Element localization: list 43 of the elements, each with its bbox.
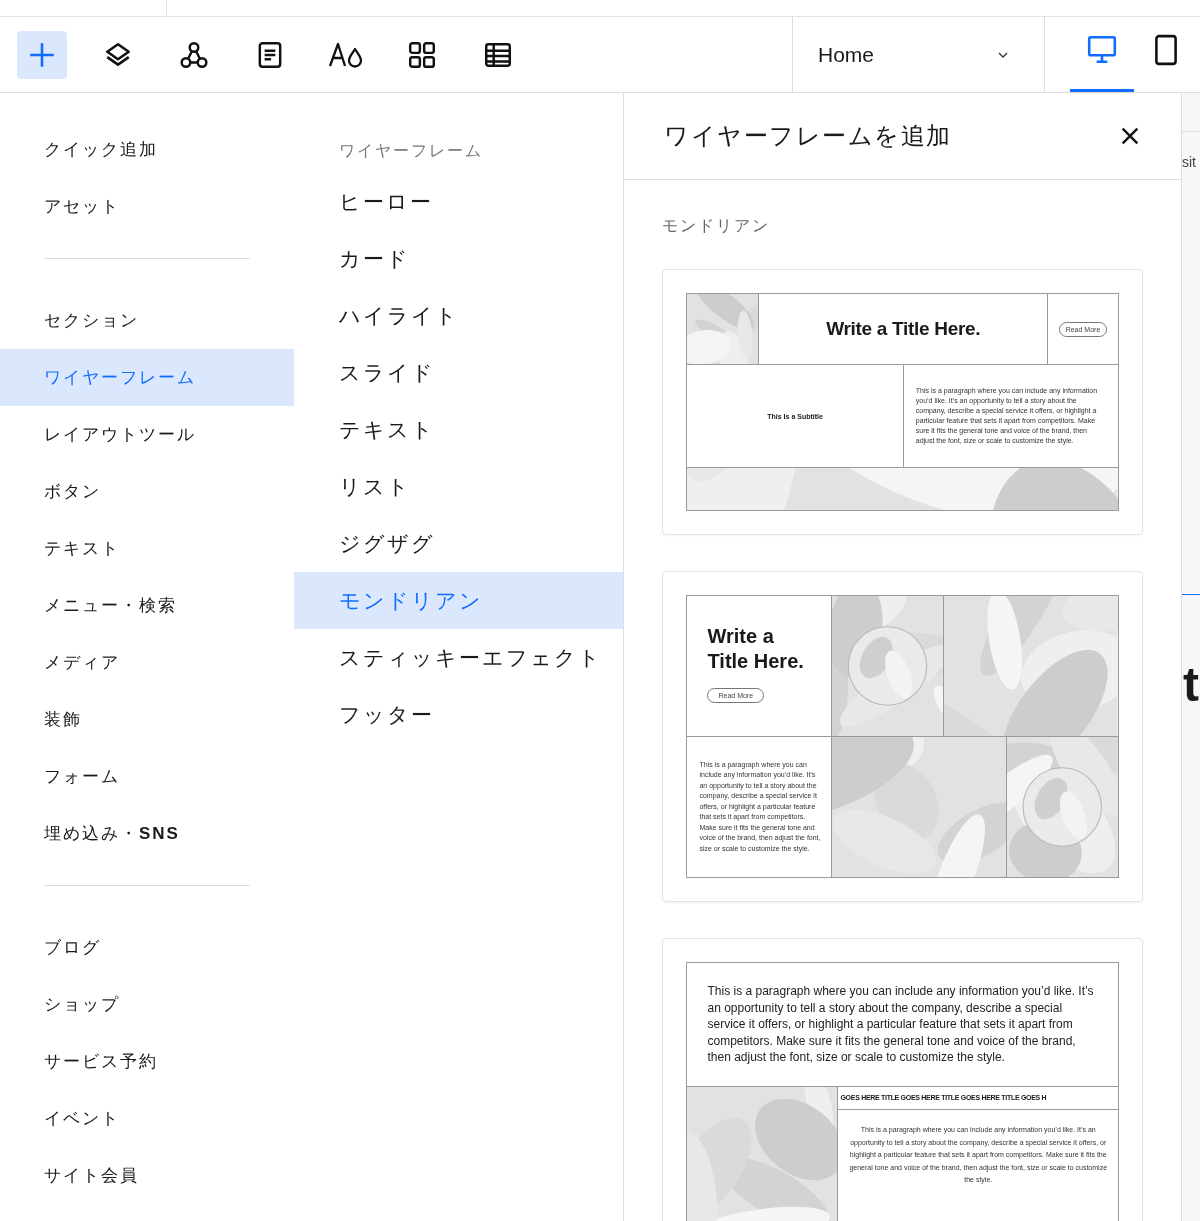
- page-dropdown[interactable]: Home: [792, 17, 1045, 92]
- monitor-icon: [1086, 34, 1118, 66]
- category-item[interactable]: イベント: [0, 1090, 294, 1147]
- category-item[interactable]: メディア: [0, 634, 294, 691]
- subcategory-item[interactable]: フッター: [293, 686, 624, 743]
- subcategory-item[interactable]: モンドリアン: [293, 572, 624, 629]
- panel-title: ワイヤーフレームを追加: [664, 121, 952, 151]
- category-item[interactable]: ワイヤーフレーム: [0, 349, 294, 406]
- subcategory-item[interactable]: ジグザグ: [293, 515, 624, 572]
- category-item[interactable]: 埋め込み・SNS: [0, 805, 294, 862]
- subcategory-item[interactable]: リスト: [293, 458, 624, 515]
- close-icon[interactable]: [1119, 125, 1141, 147]
- template-title: Write a Title Here.: [707, 624, 805, 674]
- add-tool-button[interactable]: [17, 30, 67, 79]
- subcategory-item[interactable]: ヒーロー: [293, 173, 624, 230]
- category-item[interactable]: サービス予約: [0, 1033, 294, 1090]
- category-item[interactable]: クイック追加: [0, 121, 294, 178]
- template-title: Write a Title Here.: [826, 318, 981, 340]
- canvas-text: sit: [1182, 153, 1197, 172]
- nodes-icon: [179, 39, 209, 70]
- subcategory-item[interactable]: スティッキーエフェクト: [293, 629, 624, 686]
- chevron-down-icon: [998, 51, 1008, 58]
- category-item[interactable]: ボタン: [0, 463, 294, 520]
- category-item[interactable]: サイト会員: [0, 1147, 294, 1204]
- category-item[interactable]: ブログ: [0, 919, 294, 976]
- category-item[interactable]: 装飾: [0, 691, 294, 748]
- section-label: モンドリアン: [662, 216, 772, 236]
- subcategory-item[interactable]: カード: [293, 230, 624, 287]
- template-paragraph: This is a paragraph where you can include any information you’d like. It’s an opportunity to tell a story about the company, describe a special service it offers, or highlight a particular feature that sets it apart from competitors. Make sure it fits the general tone and voice of the brand, then adjust the font, size or scale to customize the style.: [706, 983, 1095, 1066]
- category-item[interactable]: セクション: [0, 292, 294, 349]
- subcategory-item[interactable]: テキスト: [293, 401, 624, 458]
- category-item[interactable]: フォーム: [0, 748, 294, 805]
- canvas-heading: t: [1183, 657, 1200, 713]
- category-item[interactable]: メニュー・検索: [0, 577, 294, 634]
- subcategory-item[interactable]: スライド: [293, 344, 624, 401]
- category-item[interactable]: ショップ: [0, 976, 294, 1033]
- category-item[interactable]: レイアウトツール: [0, 406, 294, 463]
- grid-icon: [407, 39, 437, 70]
- category-item[interactable]: アセット: [0, 178, 294, 235]
- section-heading: ワイヤーフレーム: [337, 141, 484, 161]
- template-card[interactable]: [662, 938, 1143, 1221]
- category-item[interactable]: テキスト: [0, 520, 294, 577]
- subcategory-item[interactable]: ハイライト: [293, 287, 624, 344]
